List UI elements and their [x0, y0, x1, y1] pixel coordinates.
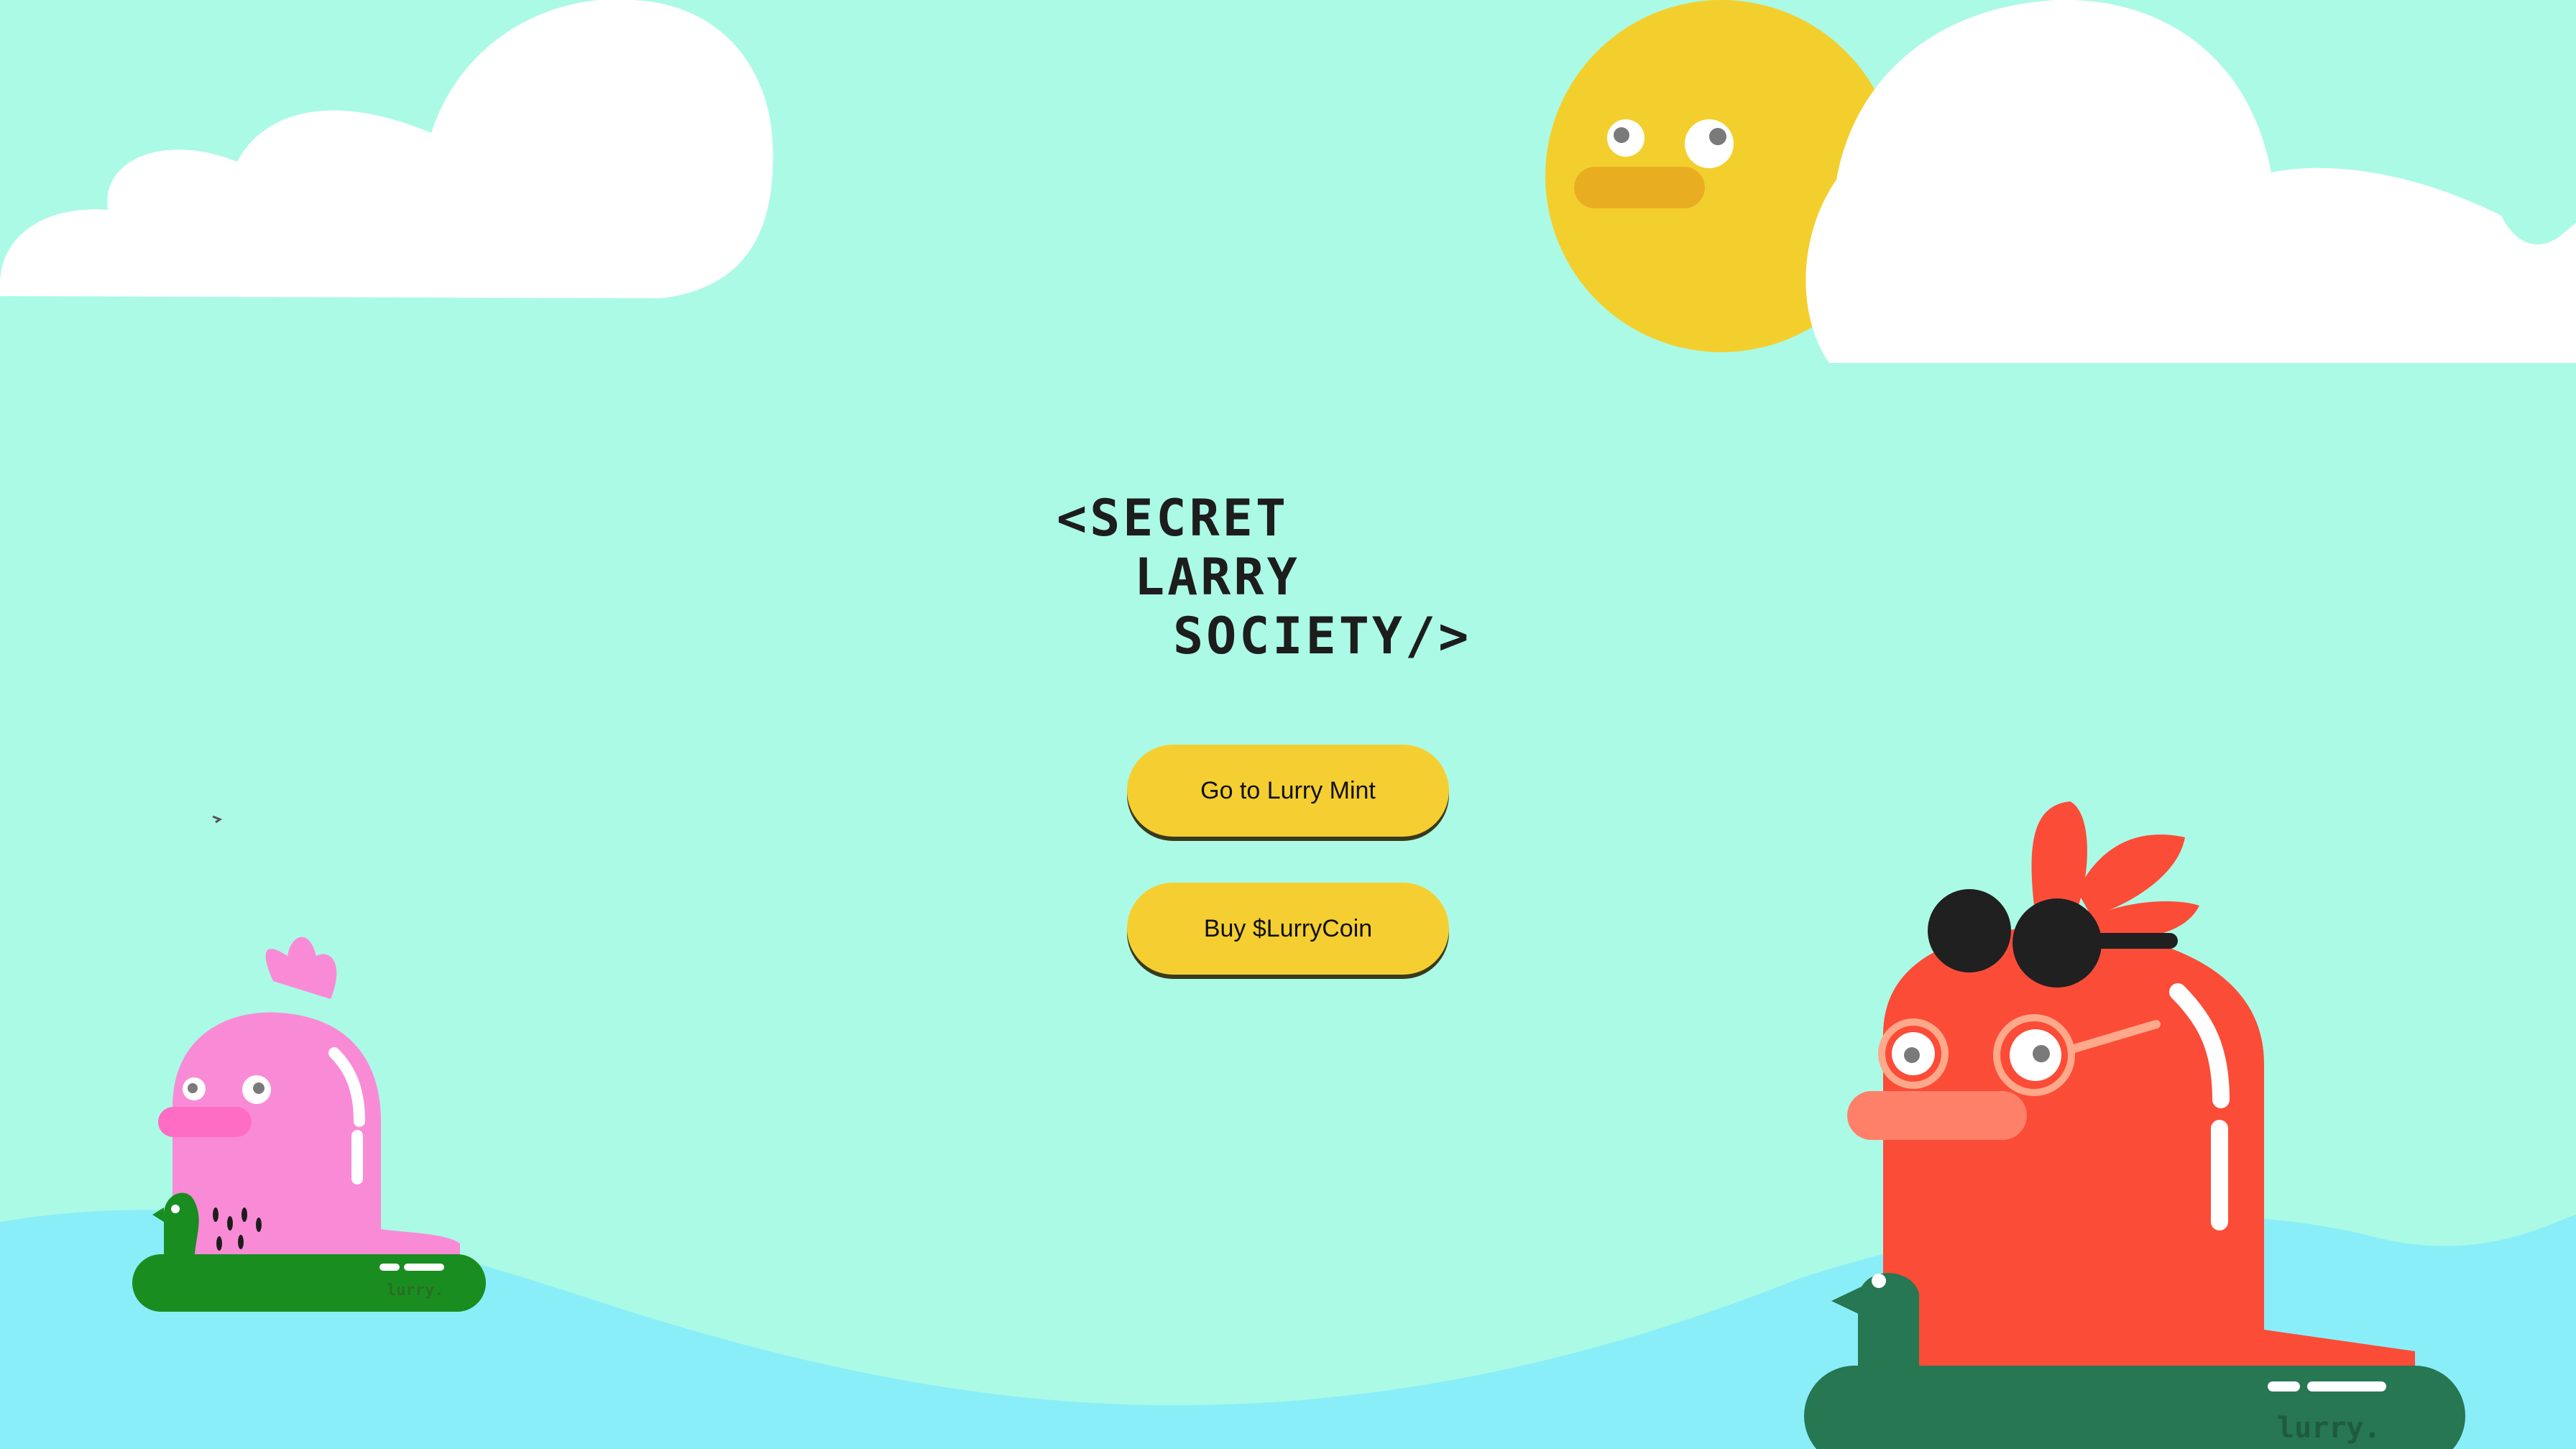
go-to-mint-button[interactable]: Go to Lurry Mint: [1127, 745, 1449, 837]
red-lurry-character: lurry.: [1804, 801, 2465, 1449]
logo-line-2: LARRY: [1134, 548, 1300, 607]
float-brand-label: lurry.: [2277, 1412, 2381, 1445]
pink-lurry-character: lurry.: [132, 937, 486, 1312]
cloud-right: [1806, 0, 2576, 363]
buy-lurrycoin-button[interactable]: Buy $LurryCoin: [1127, 883, 1449, 975]
background-scene: lurry. lurry.: [0, 0, 2576, 1449]
bird-icon: [212, 815, 223, 824]
logo-line-3: SOCIETY/>: [1173, 607, 1472, 666]
float-brand-label: lurry.: [387, 1282, 443, 1300]
logo-line-1: <SECRET: [1057, 489, 1289, 548]
cloud-left: [0, 0, 773, 298]
site-logo: <SECRET LARRY SOCIETY/>: [1057, 489, 1488, 666]
